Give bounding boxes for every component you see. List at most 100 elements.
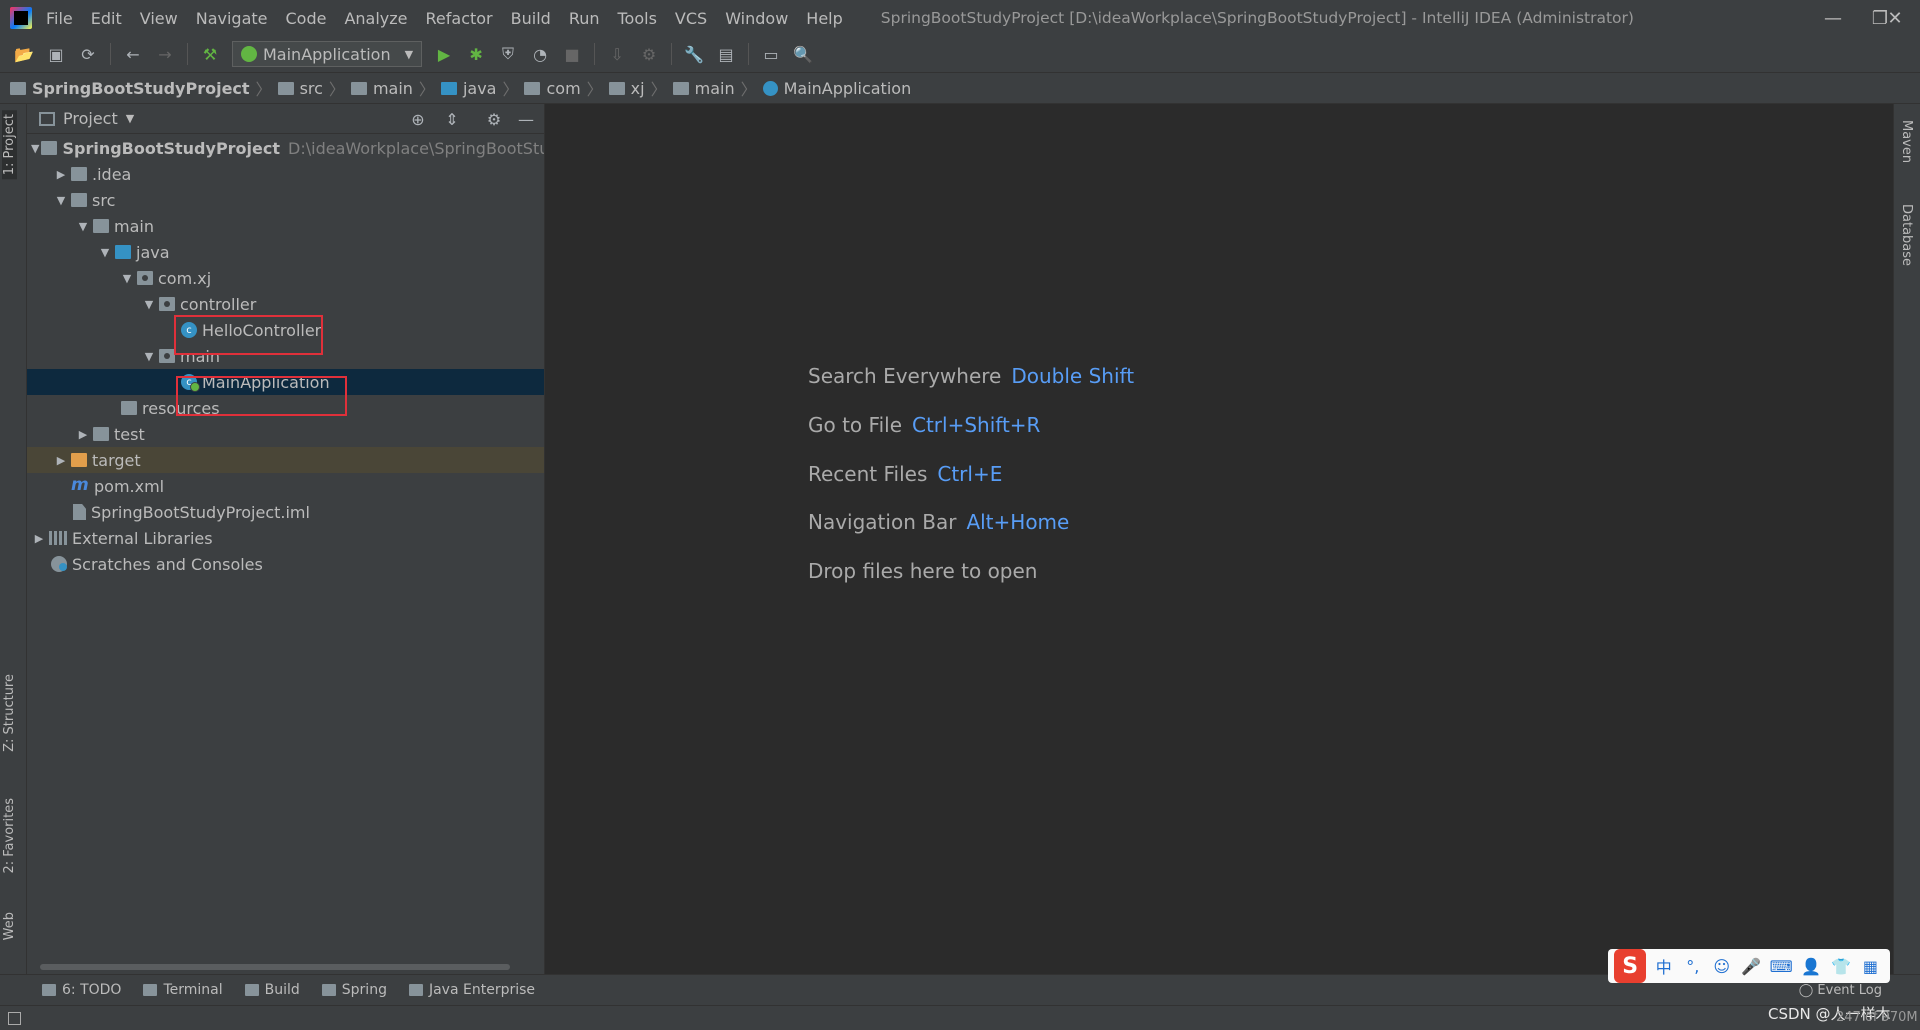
menu-code[interactable]: Code	[286, 9, 327, 28]
project-view-select[interactable]: Project	[63, 109, 118, 128]
sync-icon[interactable]: ⟳	[77, 43, 99, 65]
tab-spring[interactable]: Spring	[321, 982, 387, 998]
menu-edit[interactable]: Edit	[91, 9, 122, 28]
tree-item-idea[interactable]: ▶ .idea	[27, 161, 544, 187]
gear-icon[interactable]: ⚙	[485, 110, 503, 129]
breadcrumb-com[interactable]: com 〉	[524, 76, 603, 100]
horizontal-scrollbar[interactable]	[40, 964, 510, 970]
sogou-logo-icon[interactable]: S	[1614, 949, 1647, 983]
ime-skin-icon[interactable]: 👕	[1831, 956, 1851, 976]
menu-build[interactable]: Build	[511, 9, 551, 28]
project-structure-icon[interactable]: ▤	[715, 43, 737, 65]
expanded-arrow-icon[interactable]: ▼	[53, 194, 69, 207]
tab-build[interactable]: Build	[244, 982, 300, 998]
collapsed-arrow-icon[interactable]: ▶	[53, 454, 69, 467]
collapsed-arrow-icon[interactable]: ▶	[31, 532, 47, 545]
ime-punctuation-icon[interactable]: °,	[1683, 956, 1702, 976]
menu-run[interactable]: Run	[569, 9, 600, 28]
breadcrumb-main-package[interactable]: main 〉	[672, 76, 757, 100]
back-icon[interactable]: ←	[122, 43, 144, 65]
tree-item-external-libraries[interactable]: ▶ External Libraries	[27, 525, 544, 551]
coverage-icon[interactable]: ⛨	[497, 43, 519, 65]
toggle-tool-windows-icon[interactable]	[8, 1012, 21, 1025]
close-window-button[interactable]: ✕	[1870, 0, 1920, 36]
menu-tools[interactable]: Tools	[618, 9, 657, 28]
ime-toolbox-icon[interactable]: ▦	[1861, 956, 1880, 976]
collapsed-arrow-icon[interactable]: ▶	[53, 168, 69, 181]
expanded-arrow-icon[interactable]: ▼	[31, 142, 39, 155]
collapsed-arrow-icon[interactable]: ▶	[75, 428, 91, 441]
package-icon	[524, 81, 541, 95]
locate-icon[interactable]: ⊕	[409, 110, 427, 129]
expanded-arrow-icon[interactable]: ▼	[119, 272, 135, 285]
update-icon[interactable]: ⇩	[606, 43, 628, 65]
tab-database[interactable]: Database	[1899, 204, 1914, 266]
menu-vcs[interactable]: VCS	[675, 9, 707, 28]
menu-analyze[interactable]: Analyze	[344, 9, 407, 28]
run-icon[interactable]: ▶	[433, 43, 455, 65]
breadcrumb-project[interactable]: SpringBootStudyProject 〉	[10, 76, 272, 100]
right-tool-window-strip: Maven Database	[1893, 104, 1920, 974]
tab-favorites[interactable]: 2: Favorites	[2, 798, 17, 874]
tree-item-java[interactable]: ▼ java	[27, 239, 544, 265]
breadcrumb-java[interactable]: java 〉	[440, 76, 518, 100]
todo-list-icon	[42, 984, 56, 996]
search-icon[interactable]: 🔍	[792, 43, 814, 65]
open-folder-icon[interactable]: 📂	[13, 43, 35, 65]
tree-item-project-root[interactable]: ▼ SpringBootStudyProject D:\ideaWorkplac…	[27, 135, 544, 161]
tree-item-scratches[interactable]: Scratches and Consoles	[27, 551, 544, 577]
terminal-window-icon[interactable]: ▭	[760, 43, 782, 65]
tree-item-controller[interactable]: ▼ controller	[27, 291, 544, 317]
breadcrumb-mainapplication[interactable]: MainApplication	[762, 79, 911, 98]
menu-refactor[interactable]: Refactor	[426, 9, 493, 28]
breadcrumb-xj[interactable]: xj 〉	[608, 76, 667, 100]
expanded-arrow-icon[interactable]: ▼	[97, 246, 113, 259]
menu-window[interactable]: Window	[725, 9, 788, 28]
stop-icon[interactable]: ■	[561, 43, 583, 65]
collapse-all-icon[interactable]: ⇕	[443, 110, 461, 129]
profile-icon[interactable]: ◔	[529, 43, 551, 65]
tab-structure[interactable]: Z: Structure	[2, 674, 17, 752]
toolbar-divider	[187, 43, 188, 65]
tree-item-target[interactable]: ▶ target	[27, 447, 544, 473]
menu-navigate[interactable]: Navigate	[196, 9, 268, 28]
menu-view[interactable]: View	[140, 9, 178, 28]
breadcrumb-main[interactable]: main 〉	[350, 76, 435, 100]
deploy-icon[interactable]: ⚙	[638, 43, 660, 65]
tab-terminal[interactable]: Terminal	[143, 982, 223, 998]
menu-help[interactable]: Help	[806, 9, 842, 28]
build-hammer-icon[interactable]: ⚒	[199, 43, 221, 65]
chevron-down-icon[interactable]: ▼	[126, 112, 134, 125]
ime-emoji-icon[interactable]: ☺	[1712, 956, 1731, 976]
tab-java-enterprise[interactable]: Java Enterprise	[408, 982, 535, 998]
ime-chinese-mode-icon[interactable]: 中	[1654, 956, 1673, 977]
event-log-button[interactable]: ◯ Event Log	[1799, 983, 1882, 998]
settings-wrench-icon[interactable]: 🔧	[683, 43, 705, 65]
expanded-arrow-icon[interactable]: ▼	[141, 350, 157, 363]
tree-item-main[interactable]: ▼ main	[27, 213, 544, 239]
memory-indicator[interactable]: 247 of 970M	[1836, 1010, 1918, 1025]
tree-item-com-xj[interactable]: ▼ com.xj	[27, 265, 544, 291]
expanded-arrow-icon[interactable]: ▼	[75, 220, 91, 233]
minimize-button[interactable]: —	[1808, 0, 1858, 36]
tree-item-src[interactable]: ▼ src	[27, 187, 544, 213]
tab-maven[interactable]: Maven	[1899, 120, 1914, 163]
menu-file[interactable]: File	[46, 9, 73, 28]
forward-icon[interactable]: →	[154, 43, 176, 65]
save-all-icon[interactable]: ▣	[45, 43, 67, 65]
hide-panel-icon[interactable]: —	[517, 110, 535, 129]
expanded-arrow-icon[interactable]: ▼	[141, 298, 157, 311]
tree-item-test[interactable]: ▶ test	[27, 421, 544, 447]
run-configuration-select[interactable]: MainApplication ▼	[232, 41, 423, 67]
tab-web[interactable]: Web	[2, 912, 17, 940]
tab-todo[interactable]: 6: TODO	[42, 982, 121, 998]
ime-keyboard-icon[interactable]: ⌨	[1770, 956, 1793, 976]
tree-item-pom-xml[interactable]: m pom.xml	[27, 473, 544, 499]
tree-item-iml[interactable]: SpringBootStudyProject.iml	[27, 499, 544, 525]
ime-user-icon[interactable]: 👤	[1801, 956, 1821, 976]
debug-icon[interactable]: ✱	[465, 43, 487, 65]
breadcrumb-src[interactable]: src 〉	[277, 76, 345, 100]
ime-toolbar[interactable]: S 中 °, ☺ 🎤 ⌨ 👤 👕 ▦	[1608, 949, 1890, 983]
ime-voice-icon[interactable]: 🎤	[1741, 956, 1761, 976]
tab-project[interactable]: 1: Project	[2, 110, 17, 180]
